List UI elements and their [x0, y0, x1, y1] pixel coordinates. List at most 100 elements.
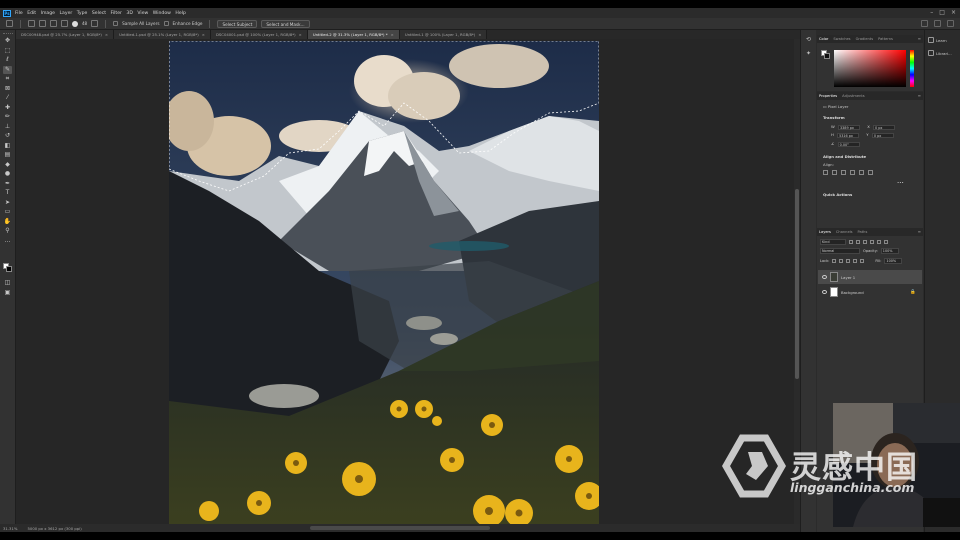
tab-gradients[interactable]: Gradients — [856, 37, 874, 41]
brush-settings-icon[interactable]: ✦ — [805, 50, 813, 58]
menu-select[interactable]: Select — [92, 11, 106, 16]
menu-3d[interactable]: 3D — [126, 11, 132, 16]
lock-position-icon[interactable] — [846, 259, 851, 263]
tab-document-3[interactable]: DSC04001.psd @ 100% (Layer 1, RGB/8*) × — [210, 30, 308, 39]
align-center-icon[interactable] — [832, 170, 837, 175]
layer-name[interactable]: Background — [841, 290, 864, 295]
align-middle-icon[interactable] — [859, 170, 864, 175]
color-picker-field[interactable] — [834, 50, 906, 87]
learn-item[interactable]: Learn — [928, 37, 960, 43]
menu-filter[interactable]: Filter — [111, 11, 122, 16]
zoom-level[interactable]: 31.31% — [3, 526, 17, 531]
workspace-icon[interactable] — [934, 20, 941, 27]
background-color-swatch[interactable] — [6, 266, 12, 272]
zoom-tool-icon[interactable]: ⚲ — [3, 227, 12, 236]
clone-stamp-tool-icon[interactable]: ⊥ — [3, 123, 12, 132]
tab-channels[interactable]: Channels — [836, 230, 853, 234]
quick-selection-tool-icon[interactable]: ✎ — [3, 65, 12, 74]
quick-actions-heading[interactable]: Quick Actions — [823, 192, 852, 197]
history-brush-tool-icon[interactable]: ↺ — [3, 132, 12, 141]
history-icon[interactable]: ⟲ — [805, 36, 813, 44]
close-icon[interactable]: × — [391, 32, 394, 37]
menu-image[interactable]: Image — [41, 11, 55, 16]
home-icon[interactable] — [6, 20, 13, 27]
more-options-icon[interactable]: ••• — [897, 180, 904, 185]
transform-heading[interactable]: Transform — [823, 115, 845, 120]
minimize-icon[interactable]: – — [930, 9, 933, 17]
filter-adjustment-icon[interactable] — [856, 240, 860, 244]
pen-tool-icon[interactable]: ✒ — [3, 180, 12, 189]
filter-toggle-icon[interactable] — [884, 240, 888, 244]
hand-tool-icon[interactable]: ✋ — [3, 218, 12, 227]
menu-layer[interactable]: Layer — [59, 11, 72, 16]
crop-tool-icon[interactable]: ⌗ — [3, 75, 12, 84]
lock-all-icon[interactable] — [860, 259, 865, 263]
tab-paths[interactable]: Paths — [858, 230, 868, 234]
lasso-tool-icon[interactable]: ℓ — [3, 56, 12, 65]
eraser-tool-icon[interactable]: ◧ — [3, 142, 12, 151]
tab-properties[interactable]: Properties — [819, 94, 837, 98]
subtract-from-selection-icon[interactable] — [61, 20, 68, 27]
more-tools-icon[interactable]: … — [3, 237, 12, 246]
sample-all-layers-checkbox[interactable] — [113, 21, 119, 26]
menu-type[interactable]: Type — [77, 11, 88, 16]
opacity-field[interactable]: 100% — [880, 248, 899, 254]
filter-pixel-icon[interactable] — [849, 240, 853, 244]
align-right-icon[interactable] — [841, 170, 846, 175]
panel-menu-icon[interactable]: ≡ — [918, 36, 921, 41]
layer-row[interactable]: Background 🔒 — [818, 285, 922, 299]
share-icon[interactable] — [947, 20, 954, 27]
menu-window[interactable]: Window — [153, 11, 171, 16]
align-heading[interactable]: Align and Distribute — [823, 154, 866, 159]
tab-color[interactable]: Color — [819, 37, 828, 41]
document-info[interactable]: 5000 px x 3612 px (300 ppi) — [27, 526, 81, 531]
tab-document-2[interactable]: Untitled-1.psd @ 25.1% (Layer 1, RGB/8*)… — [114, 30, 211, 39]
y-field[interactable]: 0 px — [871, 132, 894, 138]
document-canvas[interactable] — [169, 41, 599, 525]
panel-grip[interactable] — [2, 33, 13, 35]
tab-document-1[interactable]: DSC00948.psd @ 25.7% (Layer 1, RGB/8*) × — [16, 30, 115, 39]
hue-slider[interactable] — [910, 50, 914, 87]
brush-preview-icon[interactable] — [72, 20, 78, 27]
libraries-item[interactable]: Librari... — [928, 50, 960, 56]
fill-field[interactable]: 100% — [884, 258, 903, 264]
quick-mask-icon[interactable]: ◫ — [3, 279, 12, 288]
path-selection-tool-icon[interactable]: ➤ — [3, 199, 12, 208]
close-icon[interactable]: × — [951, 9, 956, 17]
type-tool-icon[interactable]: T — [3, 189, 12, 198]
close-icon[interactable]: × — [202, 32, 205, 37]
frame-tool-icon[interactable]: ⊠ — [3, 85, 12, 94]
close-icon[interactable]: × — [299, 32, 302, 37]
width-field[interactable]: 3389 px — [837, 124, 860, 130]
tab-document-active[interactable]: Untitled-2 @ 31.3% (Layer 1, RGB/8*) * × — [307, 30, 400, 39]
brush-tool-icon[interactable]: ✏ — [3, 113, 12, 122]
menu-file[interactable]: File — [15, 11, 23, 16]
move-tool-icon[interactable]: ✥ — [3, 37, 12, 46]
blend-mode-select[interactable]: Normal — [820, 248, 860, 254]
visibility-eye-icon[interactable] — [822, 275, 827, 279]
lock-artboard-icon[interactable] — [853, 259, 858, 263]
filter-type-icon[interactable] — [863, 240, 867, 244]
close-icon[interactable]: × — [478, 32, 481, 37]
blur-tool-icon[interactable]: ◆ — [3, 161, 12, 170]
filter-kind-select[interactable]: Kind — [820, 239, 846, 245]
align-left-icon[interactable] — [823, 170, 828, 175]
select-and-mask-button[interactable]: Select and Mask... — [261, 19, 310, 28]
close-icon[interactable]: × — [105, 32, 108, 37]
layer-name[interactable]: Layer 1 — [841, 275, 855, 280]
visibility-eye-icon[interactable] — [822, 290, 827, 294]
tab-document-5[interactable]: Untitled-1 @ 100% (Layer 1, RGB/8*) × — [399, 30, 488, 39]
x-field[interactable]: 0 px — [873, 124, 896, 130]
canvas-horizontal-scrollbar[interactable] — [310, 526, 490, 530]
height-field[interactable]: 5316 px — [837, 132, 860, 138]
rectangle-tool-icon[interactable]: ▭ — [3, 208, 12, 217]
panel-menu-icon[interactable]: ≡ — [918, 229, 921, 234]
lock-pixels-icon[interactable] — [839, 259, 844, 263]
menu-edit[interactable]: Edit — [27, 11, 36, 16]
align-bottom-icon[interactable] — [868, 170, 873, 175]
menu-help[interactable]: Help — [175, 11, 185, 16]
canvas-area[interactable] — [16, 39, 794, 525]
gradient-tool-icon[interactable]: ▤ — [3, 151, 12, 160]
brush-size-value[interactable]: 48 — [82, 21, 87, 26]
select-subject-button[interactable]: Select Subject — [217, 19, 258, 28]
